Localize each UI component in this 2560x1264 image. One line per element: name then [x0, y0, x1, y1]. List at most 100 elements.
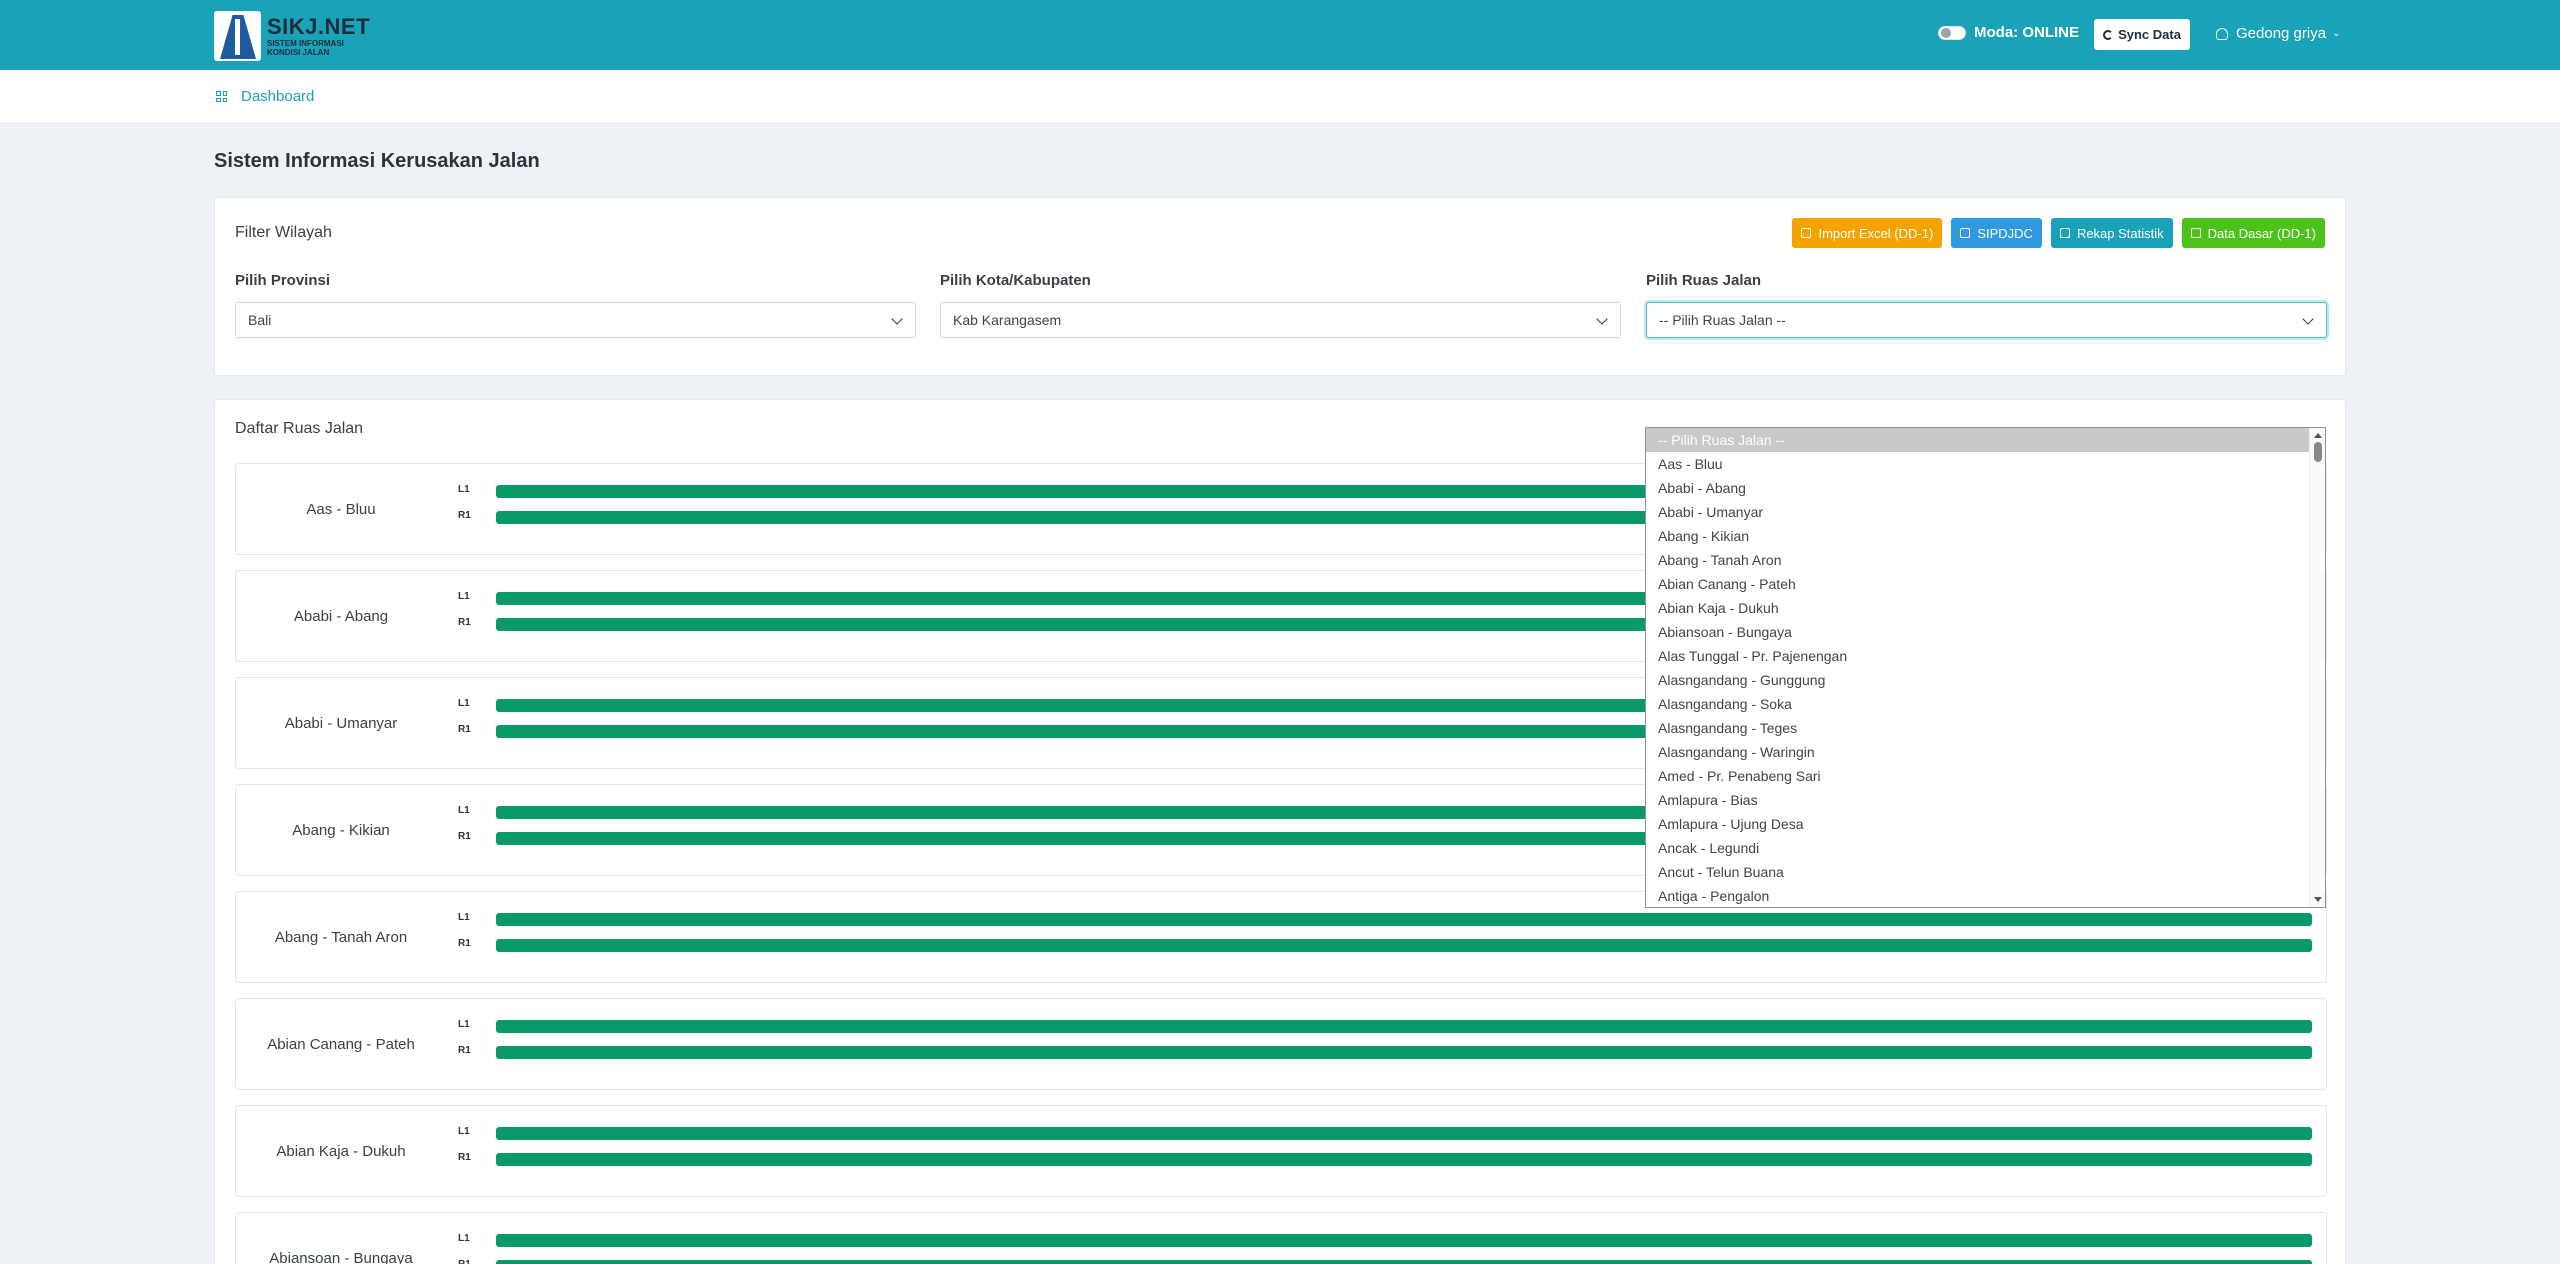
top-navbar: SIKJ.NET SISTEM INFORMASI KONDISI JALAN … [0, 0, 2560, 70]
dashboard-icon [216, 91, 227, 102]
sipdjdc-label: SIPDJDC [1977, 225, 2033, 241]
lane-left-condition-bar[interactable] [496, 1234, 2312, 1247]
kota-value: Kab Karangasem [953, 312, 1062, 328]
mode-label: Moda: ONLINE [1974, 24, 2079, 41]
kota-label: Pilih Kota/Kabupaten [940, 272, 1091, 289]
ruas-field: Pilih Ruas Jalan -- Pilih Ruas Jalan -- [1646, 272, 2327, 338]
provinsi-select[interactable]: Bali [235, 302, 916, 338]
dropdown-option[interactable]: Abang - Tanah Aron [1646, 548, 2325, 572]
lane-left-condition-bar[interactable] [496, 1127, 2312, 1140]
lane-left-label: L1 [458, 1233, 470, 1244]
road-row[interactable]: Abian Canang - Pateh L1 R1 [235, 998, 2327, 1090]
dropdown-option[interactable]: Abian Kaja - Dukuh [1646, 596, 2325, 620]
dropdown-option[interactable]: Ababi - Abang [1646, 476, 2325, 500]
dropdown-option[interactable]: Alasngandang - Gunggung [1646, 668, 2325, 692]
dropdown-option[interactable]: Alasngandang - Teges [1646, 716, 2325, 740]
user-name: Gedong griya [2236, 25, 2327, 42]
provinsi-label: Pilih Provinsi [235, 272, 331, 289]
user-menu[interactable]: Gedong griya ⌄ [2216, 25, 2340, 42]
road-name: Abiansoan - Bungaya [269, 1250, 413, 1264]
bar-chart-icon [2059, 228, 2070, 238]
lane-left-label: L1 [458, 805, 470, 816]
ruas-label: Pilih Ruas Jalan [1646, 272, 1762, 289]
scroll-up-icon[interactable] [2314, 433, 2322, 438]
dropdown-option[interactable]: Ancak - Legundi [1646, 836, 2325, 860]
rekap-statistik-button[interactable]: Rekap Statistik [2050, 218, 2173, 248]
mode-switch[interactable]: Moda: ONLINE [1938, 24, 2079, 41]
lane-left-condition-bar[interactable] [496, 1020, 2312, 1033]
kota-select[interactable]: Kab Karangasem [940, 302, 1621, 338]
dropdown-scrollbar[interactable] [2309, 428, 2325, 907]
sipdjdc-button[interactable]: SIPDJDC [1951, 218, 2042, 248]
dropdown-option[interactable]: Ababi - Umanyar [1646, 500, 2325, 524]
toggle-icon[interactable] [1938, 25, 1966, 40]
chevron-down-icon: ⌄ [2332, 28, 2341, 39]
dropdown-option[interactable]: Amlapura - Ujung Desa [1646, 812, 2325, 836]
lane-right-label: R1 [458, 724, 471, 735]
dropdown-option[interactable]: Aas - Bluu [1646, 452, 2325, 476]
lane-right-condition-bar[interactable] [496, 939, 2312, 952]
filter-card: Filter Wilayah Import Excel (DD-1) SIPDJ… [214, 197, 2346, 376]
dropdown-option[interactable]: Abian Canang - Pateh [1646, 572, 2325, 596]
logo-title: SIKJ.NET [267, 14, 371, 39]
road-logo-icon [214, 11, 261, 61]
app-logo[interactable]: SIKJ.NET SISTEM INFORMASI KONDISI JALAN [214, 11, 370, 61]
lane-left-label: L1 [458, 591, 470, 602]
dropdown-option[interactable]: Ancut - Telun Buana [1646, 860, 2325, 884]
provinsi-field: Pilih Provinsi Bali [235, 272, 916, 338]
scroll-thumb[interactable] [2314, 442, 2322, 462]
road-name: Abian Kaja - Dukuh [276, 1143, 406, 1160]
dropdown-option[interactable]: Alasngandang - Waringin [1646, 740, 2325, 764]
scroll-down-icon[interactable] [2314, 897, 2322, 902]
kota-field: Pilih Kota/Kabupaten Kab Karangasem [940, 272, 1621, 338]
import-excel-label: Import Excel (DD-1) [1818, 225, 1934, 241]
chevron-down-icon [891, 313, 903, 325]
dropdown-option[interactable]: Alasngandang - Soka [1646, 692, 2325, 716]
road-name: Ababi - Abang [293, 608, 389, 625]
lane-right-label: R1 [458, 1045, 471, 1056]
lane-right-label: R1 [458, 831, 471, 842]
action-buttons: Import Excel (DD-1) SIPDJDC Rekap Statis… [1792, 218, 2325, 248]
lane-left-label: L1 [458, 484, 470, 495]
lane-left-label: L1 [458, 1019, 470, 1030]
road-name: Aas - Bluu [306, 501, 376, 518]
lane-right-condition-bar[interactable] [496, 1260, 2312, 1264]
dropdown-option[interactable]: Amed - Pr. Penabeng Sari [1646, 764, 2325, 788]
data-dasar-button[interactable]: Data Dasar (DD-1) [2181, 218, 2325, 248]
lane-left-condition-bar[interactable] [496, 913, 2312, 926]
chevron-down-icon [1596, 313, 1608, 325]
road-name: Ababi - Umanyar [284, 715, 398, 732]
lane-right-condition-bar[interactable] [496, 1153, 2312, 1166]
road-name: Abian Canang - Pateh [267, 1036, 415, 1053]
lane-right-label: R1 [458, 1259, 471, 1264]
data-dasar-label: Data Dasar (DD-1) [2207, 225, 2316, 241]
lane-right-label: R1 [458, 510, 471, 521]
dropdown-option[interactable]: Antiga - Pengalon [1646, 884, 2325, 907]
ruas-select[interactable]: -- Pilih Ruas Jalan -- [1646, 302, 2327, 338]
dropdown-option[interactable]: Alas Tunggal - Pr. Pajenengan [1646, 644, 2325, 668]
lane-right-condition-bar[interactable] [496, 1046, 2312, 1059]
breadcrumb-dashboard-link[interactable]: Dashboard [241, 88, 314, 105]
breadcrumb-bar: Dashboard [0, 70, 2560, 124]
table-icon [2190, 228, 2201, 238]
page-title: Sistem Informasi Kerusakan Jalan [214, 150, 540, 172]
lane-left-label: L1 [458, 912, 470, 923]
lane-left-label: L1 [458, 698, 470, 709]
ruas-dropdown-list[interactable]: -- Pilih Ruas Jalan -- Aas - Bluu Ababi - … [1645, 427, 2326, 908]
dropdown-option[interactable]: Amlapura - Bias [1646, 788, 2325, 812]
dropdown-option[interactable]: -- Pilih Ruas Jalan -- [1646, 428, 2325, 452]
logo-subtitle-1: SISTEM INFORMASI [267, 39, 344, 48]
sync-data-button[interactable]: Sync Data [2094, 19, 2190, 50]
user-icon [2216, 27, 2228, 40]
dropdown-option[interactable]: Abiansoan - Bungaya [1646, 620, 2325, 644]
road-list-title: Daftar Ruas Jalan [235, 420, 364, 437]
sync-icon [2103, 29, 2114, 40]
breadcrumb[interactable]: Dashboard [216, 88, 314, 105]
dropdown-option[interactable]: Abang - Kikian [1646, 524, 2325, 548]
road-name: Abang - Tanah Aron [274, 929, 408, 946]
import-excel-button[interactable]: Import Excel (DD-1) [1792, 218, 1943, 248]
lane-right-label: R1 [458, 617, 471, 628]
road-row[interactable]: Abian Kaja - Dukuh L1 R1 [235, 1105, 2327, 1197]
link-icon [1960, 228, 1971, 238]
road-row[interactable]: Abiansoan - Bungaya L1 R1 [235, 1212, 2327, 1264]
